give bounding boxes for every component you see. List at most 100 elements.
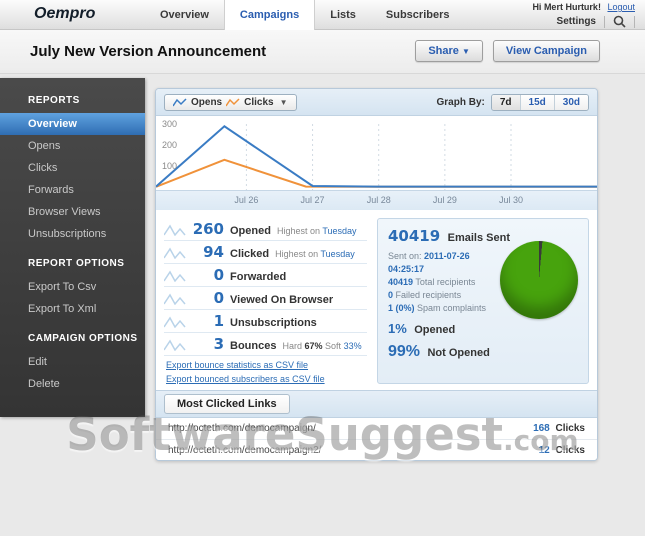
sidebar-item-forwards[interactable]: Forwards (0, 179, 145, 201)
note-prefix: Highest on (275, 249, 318, 259)
summary-box: 40419 Emails Sent Sent on: 2011-07-26 04… (377, 218, 589, 384)
forwarded-count: 0 (192, 266, 224, 284)
share-button[interactable]: Share ▼ (415, 40, 483, 62)
stats-list: 260 Opened Highest on Tuesday 94 Clicked… (164, 218, 367, 384)
report-body: 260 Opened Highest on Tuesday 94 Clicked… (156, 210, 597, 390)
sidebar-item-unsubscriptions[interactable]: Unsubscriptions (0, 223, 145, 245)
sidebar-item-clicks[interactable]: Clicks (0, 157, 145, 179)
note-value: Tuesday (322, 226, 356, 236)
nav-tab-overview[interactable]: Overview (145, 0, 224, 30)
soft-value: 33% (344, 341, 362, 351)
stat-row-clicked: 94 Clicked Highest on Tuesday (164, 241, 367, 264)
stat-row-viewed-browser: 0 Viewed On Browser (164, 287, 367, 310)
opened-pct-value: 1% (388, 321, 407, 336)
sidebar-item-export-xml[interactable]: Export To Xml (0, 298, 145, 320)
sidebar-heading-report-options: REPORT OPTIONS (0, 245, 145, 276)
chart-plot-area: 300200100 (156, 116, 597, 190)
report-panel: Opens Clicks ▼ Graph By: 7d 15d 30d 3002… (155, 88, 598, 461)
hard-value: 67% (305, 341, 323, 351)
search-button[interactable] (613, 15, 626, 28)
unsubscriptions-label: Unsubscriptions (230, 317, 317, 329)
stat-row-forwarded: 0 Forwarded (164, 264, 367, 287)
stat-row-bounces: 3 Bounces Hard 67% Soft 33% (164, 333, 367, 356)
chevron-down-icon: ▼ (462, 47, 470, 56)
logout-link[interactable]: Logout (607, 2, 635, 12)
bounces-label: Bounces (230, 340, 276, 352)
opened-pct-label: Opened (414, 324, 455, 336)
emails-sent-value: 40419 (388, 227, 440, 245)
sidebar-heading-campaign-options: CAMPAIGN OPTIONS (0, 320, 145, 351)
not-opened-pct-line: 99% Not Opened (388, 343, 578, 361)
page-title: July New Version Announcement (30, 43, 266, 60)
y-tick-label: 100 (162, 161, 177, 171)
most-clicked-links-title: Most Clicked Links (164, 394, 290, 414)
clicks-count: 168 (533, 423, 550, 434)
most-clicked-links-header: Most Clicked Links (156, 390, 597, 418)
divider (604, 16, 605, 28)
series-opens-label: Opens (191, 97, 222, 108)
viewed-browser-label: Viewed On Browser (230, 294, 333, 306)
link-url[interactable]: http://octeth.com/democampaign/ (168, 423, 316, 434)
link-row: http://octeth.com/democampaign/ 168 Clic… (156, 418, 597, 439)
forwarded-label: Forwarded (230, 271, 286, 283)
sent-on-label: Sent on: (388, 251, 422, 261)
bounces-note: Hard 67% Soft 33% (282, 341, 361, 351)
nav-tab-lists[interactable]: Lists (315, 0, 371, 30)
nav-tab-campaigns[interactable]: Campaigns (224, 0, 315, 30)
hard-label: Hard (282, 341, 302, 351)
range-30d-button[interactable]: 30d (554, 95, 588, 110)
header-actions: Share ▼ View Campaign (415, 40, 600, 62)
total-recipients-value: 40419 (388, 277, 413, 287)
failed-recipients-value: 0 (388, 290, 393, 300)
sidebar-item-overview[interactable]: Overview (0, 113, 145, 135)
export-bounce-stats-link[interactable]: Export bounce statistics as CSV file (166, 360, 367, 370)
clicks-line-icon (226, 98, 240, 107)
export-bounced-subscribers-link[interactable]: Export bounced subscribers as CSV file (166, 374, 367, 384)
opened-label: Opened (230, 225, 271, 237)
graph-by-label: Graph By: (437, 97, 485, 108)
range-15d-button[interactable]: 15d (520, 95, 554, 110)
settings-line: Settings (557, 14, 635, 29)
search-icon (613, 15, 626, 28)
sidebar: REPORTS Overview Opens Clicks Forwards B… (0, 78, 145, 417)
settings-link[interactable]: Settings (557, 16, 596, 27)
sidebar-item-browser-views[interactable]: Browser Views (0, 201, 145, 223)
link-clicks: 168 Clicks (533, 423, 585, 434)
stat-row-unsubscriptions: 1 Unsubscriptions (164, 310, 367, 333)
sidebar-item-opens[interactable]: Opens (0, 135, 145, 157)
series-toggle-button[interactable]: Opens Clicks ▼ (164, 94, 297, 111)
y-tick-label: 200 (162, 140, 177, 150)
x-tick-label: Jul 26 (234, 195, 258, 205)
link-row: http://octeth.com/democampaign2/ 12 Clic… (156, 439, 597, 460)
chart-toolbar: Opens Clicks ▼ Graph By: 7d 15d 30d (156, 89, 597, 116)
view-campaign-button[interactable]: View Campaign (493, 40, 600, 62)
page-header: July New Version Announcement Share ▼ Vi… (0, 30, 645, 74)
sidebar-heading-reports: REPORTS (0, 82, 145, 113)
range-7d-button[interactable]: 7d (492, 95, 520, 110)
top-bar: Oempro Overview Campaigns Lists Subscrib… (0, 0, 645, 30)
emails-sent-label: Emails Sent (448, 232, 510, 244)
sidebar-item-edit[interactable]: Edit (0, 351, 145, 373)
clicks-label: Clicks (556, 423, 585, 434)
user-greeting: Hi Mert Hurturk! (532, 2, 601, 12)
chevron-down-icon: ▼ (280, 98, 288, 107)
opened-count: 260 (192, 220, 224, 238)
opened-pct-line: 1% Opened (388, 320, 578, 338)
share-button-label: Share (428, 45, 459, 57)
stat-row-opened: 260 Opened Highest on Tuesday (164, 218, 367, 241)
sidebar-item-export-csv[interactable]: Export To Csv (0, 276, 145, 298)
nav-tab-subscribers[interactable]: Subscribers (371, 0, 465, 30)
x-tick-label: Jul 28 (367, 195, 391, 205)
clicks-label: Clicks (556, 445, 585, 456)
sent-on-time: 04:25:17 (388, 264, 424, 274)
sent-on-date: 2011-07-26 (424, 251, 470, 261)
link-url[interactable]: http://octeth.com/democampaign2/ (168, 445, 321, 456)
main-nav: Overview Campaigns Lists Subscribers (145, 0, 465, 30)
app-window: Oempro Overview Campaigns Lists Subscrib… (0, 0, 645, 536)
sparkline-icon (164, 223, 186, 236)
chart-svg (156, 116, 597, 190)
sidebar-item-delete[interactable]: Delete (0, 373, 145, 395)
user-line: Hi Mert Hurturk! Logout (532, 2, 635, 12)
opens-line-icon (173, 98, 187, 107)
series-clicks-label: Clicks (244, 97, 273, 108)
